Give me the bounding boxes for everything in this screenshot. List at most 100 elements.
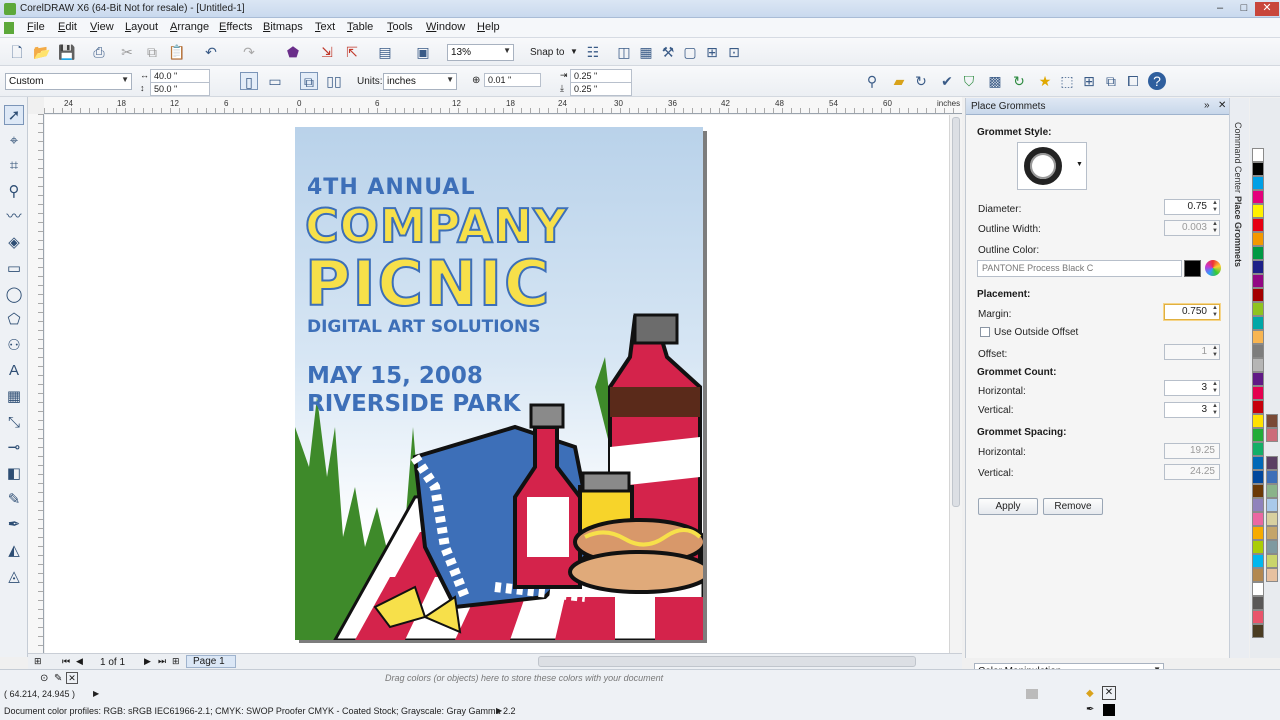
eyedropper-icon[interactable]: ✎ [4, 490, 24, 510]
page-height-field[interactable]: 50.0 " [150, 82, 210, 96]
outline-color-field[interactable]: PANTONE Process Black C [977, 260, 1182, 277]
blend-tool-icon[interactable]: ◧ [4, 464, 24, 484]
swatch[interactable] [1252, 610, 1264, 624]
star-icon[interactable]: ★ [1036, 72, 1054, 90]
interactive-fill-icon[interactable]: ◬ [4, 567, 24, 587]
current-page-icon[interactable]: ▯▯ [325, 72, 343, 90]
cut-icon[interactable]: ✂ [118, 43, 136, 61]
swatch[interactable] [1266, 526, 1278, 540]
swatch[interactable] [1252, 302, 1264, 316]
swatch[interactable] [1252, 344, 1264, 358]
image-icon[interactable]: ▩ [986, 72, 1004, 90]
minimize-button[interactable]: – [1208, 2, 1232, 16]
vertical-scroll-thumb[interactable] [952, 117, 960, 507]
save-icon[interactable]: 💾 [58, 43, 76, 61]
units-combo[interactable]: inches ▼ [383, 73, 457, 90]
menu-window[interactable]: Window [426, 21, 465, 33]
redo-green-icon[interactable]: ↻ [1010, 72, 1028, 90]
swatch[interactable] [1252, 330, 1264, 344]
menu-bitmaps[interactable]: Bitmaps [263, 21, 303, 33]
ellipse-tool-icon[interactable]: ◯ [4, 285, 24, 305]
menu-text[interactable]: Text [315, 21, 335, 33]
menu-view[interactable]: View [90, 21, 114, 33]
paste-icon[interactable]: 📋 [168, 43, 186, 61]
prev-page-icon[interactable]: ◀ [76, 656, 83, 667]
color-picker-icon[interactable] [1205, 260, 1221, 276]
redo-icon[interactable]: ↷ [240, 43, 258, 61]
swatch[interactable] [1252, 162, 1264, 176]
swatch[interactable] [1252, 582, 1264, 596]
layers-icon[interactable]: ⧉ [1102, 72, 1120, 90]
swatch[interactable] [1252, 232, 1264, 246]
swatch[interactable] [1266, 568, 1278, 582]
welcome-screen-icon[interactable]: ◫ [615, 43, 633, 61]
swatch[interactable] [1252, 498, 1264, 512]
crop-tool-icon[interactable]: ⌗ [4, 156, 24, 176]
swatch[interactable] [1252, 246, 1264, 260]
poster-page[interactable]: 4TH ANNUAL COMPANY PICNIC DIGITAL ART SO… [295, 127, 703, 640]
text-tool-icon[interactable]: A [4, 361, 24, 381]
screen-icon[interactable]: ⊡ [725, 43, 743, 61]
publish-pdf-icon[interactable]: ▤ [376, 43, 394, 61]
zoom-tool-icon[interactable]: ⚲ [4, 182, 24, 202]
last-page-icon[interactable]: ⏭ [158, 656, 166, 667]
bounding-box-icon[interactable]: ⬚ [1058, 72, 1076, 90]
snap-to-dropdown[interactable]: Snap to [530, 47, 564, 58]
polygon-tool-icon[interactable]: ⬠ [4, 310, 24, 330]
menu-table[interactable]: Table [347, 21, 373, 33]
rectangle-tool-icon[interactable]: ▭ [4, 259, 24, 279]
zoom-level-combo[interactable]: 13% ▼ [447, 44, 514, 61]
grid-icon[interactable]: ⊞ [1080, 72, 1098, 90]
swatch[interactable] [1252, 596, 1264, 610]
print-icon[interactable]: ⎙ [90, 43, 108, 61]
page-icon[interactable]: ▢ [681, 43, 699, 61]
basic-shapes-icon[interactable]: ⚇ [4, 336, 24, 356]
use-outside-offset-checkbox[interactable] [980, 327, 990, 337]
swatch[interactable] [1266, 484, 1278, 498]
snap-to-arrow-icon[interactable]: ▼ [570, 47, 578, 56]
refresh-icon[interactable]: ↻ [912, 72, 930, 90]
menu-file[interactable]: File [27, 21, 45, 33]
page-size-combo[interactable]: Custom ▼ [5, 73, 132, 90]
vertical-scrollbar[interactable] [949, 115, 962, 653]
swatch[interactable] [1266, 554, 1278, 568]
swatch[interactable] [1252, 526, 1264, 540]
swatch[interactable] [1252, 358, 1264, 372]
swatch[interactable] [1252, 386, 1264, 400]
swatch[interactable] [1266, 456, 1278, 470]
copy-icon[interactable]: ⧉ [143, 43, 161, 61]
close-button[interactable]: ✕ [1255, 2, 1279, 16]
swatch[interactable] [1252, 274, 1264, 288]
swatch[interactable] [1252, 470, 1264, 484]
outline-pen-icon[interactable]: ✒ [4, 515, 24, 535]
play-icon[interactable]: ⊙ [40, 673, 48, 684]
swatch[interactable] [1266, 428, 1278, 442]
swatch[interactable] [1252, 512, 1264, 526]
horizontal-scroll-thumb[interactable] [538, 656, 916, 667]
next-page-icon[interactable]: ▶ [144, 656, 151, 667]
export-icon[interactable]: ⇱ [343, 43, 361, 61]
eyedropper-small-icon[interactable]: ✎ [54, 673, 62, 684]
outline-black-swatch[interactable] [1103, 704, 1115, 716]
swatch[interactable] [1252, 148, 1264, 162]
swatch[interactable] [1252, 204, 1264, 218]
menu-arrange[interactable]: Arrange [170, 21, 209, 33]
diameter-input[interactable]: 0.75 ▲ ▼ [1164, 199, 1220, 215]
swatch[interactable] [1252, 442, 1264, 456]
outline-color-swatch[interactable] [1184, 260, 1201, 277]
status-arrow-icon[interactable]: ▶ [93, 689, 99, 698]
menu-help[interactable]: Help [477, 21, 500, 33]
swatch[interactable] [1252, 456, 1264, 470]
swatch[interactable] [1252, 176, 1264, 190]
color-profiles[interactable]: Document color profiles: RGB: sRGB IEC61… [4, 706, 516, 716]
vertical-spacing-input[interactable]: 24.25 [1164, 464, 1220, 480]
swatch[interactable] [1252, 484, 1264, 498]
freehand-tool-icon[interactable]: 〰 [4, 207, 24, 227]
vertical-count-input[interactable]: 3 ▲ ▼ [1164, 402, 1220, 418]
shield-icon[interactable]: ⛉ [960, 72, 978, 90]
swatch[interactable] [1266, 498, 1278, 512]
tools-icon[interactable]: ⚒ [659, 43, 677, 61]
tab-command-center[interactable]: Command Center [1233, 122, 1243, 193]
application-launcher-icon[interactable]: ▣ [414, 43, 432, 61]
no-color-icon[interactable]: ✕ [66, 672, 78, 684]
